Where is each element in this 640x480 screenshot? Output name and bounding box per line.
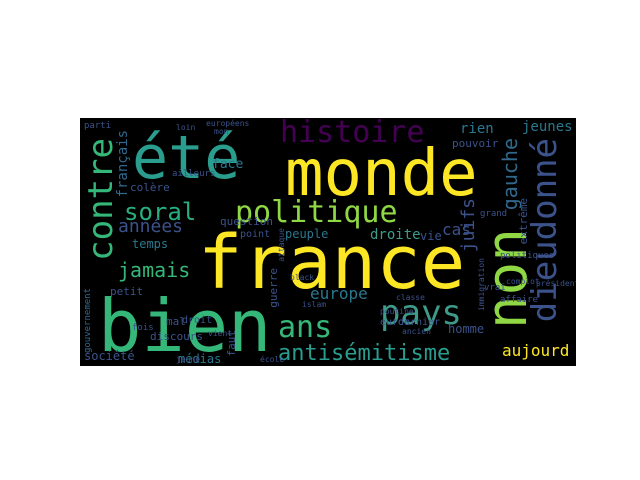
- word-complot: complot: [506, 277, 540, 286]
- word-islam: islam: [302, 300, 327, 309]
- word-parti: parti: [84, 121, 112, 131]
- word-attaque: attaque: [277, 228, 286, 262]
- word-poutine: poutine: [380, 307, 414, 316]
- word-droite: droite: [370, 227, 421, 243]
- word-droit: droit: [182, 315, 213, 326]
- word-question: question: [220, 215, 273, 228]
- word-ecole: école: [260, 355, 285, 364]
- word-petit: petit: [110, 285, 144, 298]
- word-mon: mon: [214, 127, 229, 136]
- word-histoire: histoire: [280, 118, 425, 150]
- word-homme: homme: [448, 322, 485, 336]
- word-black: black: [290, 273, 315, 282]
- word-colere: colère: [130, 181, 170, 194]
- word-face: face: [212, 157, 244, 172]
- word-fois: fois: [132, 323, 154, 333]
- word-jamais: jamais: [118, 258, 191, 282]
- word-vient: vient: [208, 329, 233, 338]
- word-cloud: france bien monde été non dieudonné poli…: [80, 118, 576, 366]
- word-aujourd: aujourd: [502, 341, 570, 360]
- word-grand: grand: [480, 209, 508, 219]
- word-jeunes: jeunes: [522, 119, 573, 135]
- word-vie: vie: [420, 229, 442, 243]
- word-immigration: immigration: [477, 258, 486, 311]
- word-jeune: jeune: [176, 355, 201, 364]
- word-contre: contre: [81, 138, 121, 261]
- word-ans: ans: [278, 310, 333, 345]
- word-temps: temps: [132, 237, 169, 251]
- word-antisemitisme: antisémitisme: [278, 341, 451, 366]
- word-gouvernement: gouvernement: [83, 288, 93, 354]
- word-loin: loin: [176, 123, 196, 132]
- word-annees: années: [118, 216, 184, 237]
- word-president: président: [536, 279, 576, 288]
- word-discours: discours: [150, 330, 203, 343]
- word-extreme: extrême: [517, 198, 530, 245]
- word-guerre: guerre: [267, 268, 280, 308]
- word-classe: classe: [396, 293, 425, 302]
- word-vrai: vrai: [484, 283, 506, 293]
- word-rien: rien: [460, 121, 494, 137]
- word-cas: cas: [442, 220, 471, 239]
- word-francais: français: [115, 130, 131, 198]
- word-politiques: politiques: [500, 251, 555, 261]
- word-pouvoir: pouvoir: [452, 137, 499, 150]
- word-point: point: [240, 229, 271, 240]
- word-ailleurs: ailleurs: [172, 169, 216, 179]
- word-ancien: ancien: [402, 327, 431, 336]
- word-affaire: affaire: [500, 295, 538, 305]
- word-peuple: peuple: [285, 227, 329, 241]
